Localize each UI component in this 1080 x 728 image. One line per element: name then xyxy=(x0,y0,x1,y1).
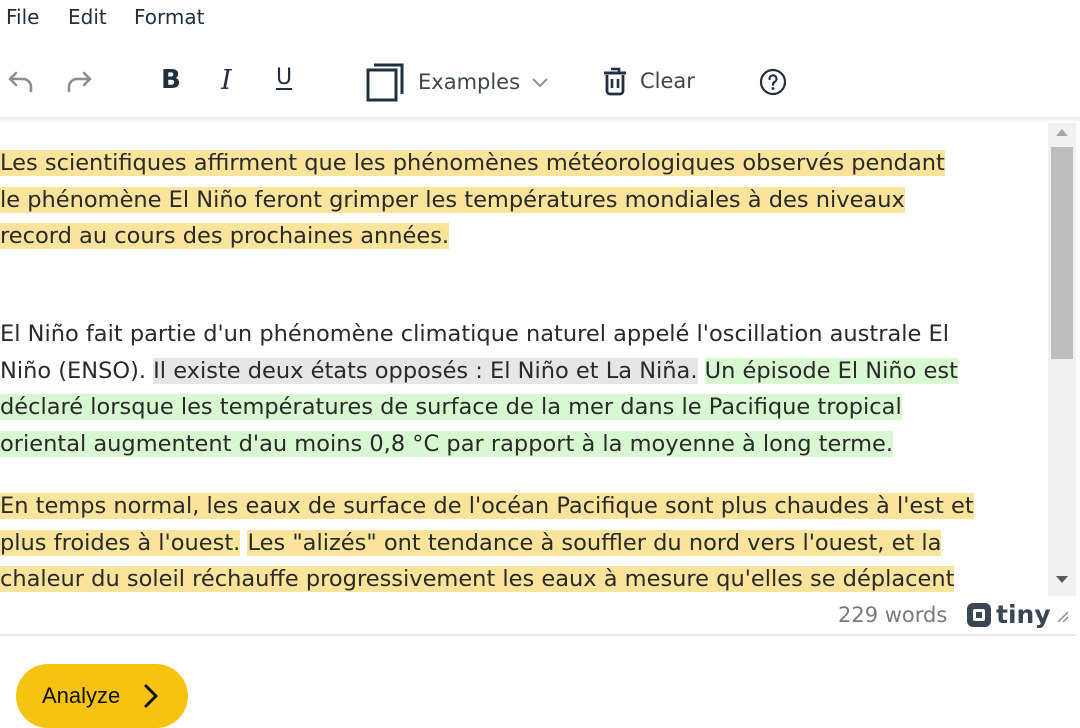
paragraph-2: El Niño fait partie d'un phénomène clima… xyxy=(0,316,958,462)
underline-button[interactable]: U xyxy=(276,65,292,90)
menu-file[interactable]: File xyxy=(6,5,39,29)
highlighted-sentence[interactable]: Les "alizés" ont tendance à souffler du … xyxy=(247,529,942,556)
sentence-text: Niño (ENSO). xyxy=(0,357,154,384)
tiny-brand: tiny xyxy=(996,600,1051,629)
highlighted-sentence[interactable]: Un épisode El Niño est xyxy=(704,357,958,384)
italic-button[interactable]: I xyxy=(221,65,232,96)
redo-icon xyxy=(67,71,92,93)
underline-icon: U xyxy=(276,65,293,90)
menu-format[interactable]: Format xyxy=(134,5,204,29)
chevron-down-icon xyxy=(532,78,548,88)
scroll-down-arrow-icon[interactable] xyxy=(1056,576,1068,583)
highlighted-sentence[interactable]: déclaré lorsque les températures de surf… xyxy=(0,394,902,420)
redo-button[interactable] xyxy=(64,67,94,97)
undo-icon xyxy=(8,71,33,93)
editor-scrollbar[interactable] xyxy=(1048,123,1076,596)
word-count[interactable]: 229 words xyxy=(838,603,947,627)
tiny-logo[interactable]: tiny xyxy=(966,600,1051,629)
analyze-button[interactable]: Analyze xyxy=(16,664,188,728)
sentence-text: El Niño fait partie d'un phénomène clima… xyxy=(0,321,949,347)
resize-handle-icon[interactable] xyxy=(1056,610,1070,624)
italic-icon: I xyxy=(221,65,232,96)
chevron-right-icon xyxy=(144,684,158,708)
menu-edit[interactable]: Edit xyxy=(68,5,107,29)
scroll-thumb[interactable] xyxy=(1051,147,1073,359)
copy-icon xyxy=(366,63,404,102)
editor-content[interactable]: Les scientifiques affirment que les phén… xyxy=(0,123,1048,596)
analyze-label: Analyze xyxy=(42,683,121,708)
paragraph-1: Les scientifiques affirment que les phén… xyxy=(0,145,945,255)
highlighted-sentence[interactable]: record au cours des prochaines années. xyxy=(0,223,450,249)
clear-button[interactable]: Clear xyxy=(602,66,695,96)
bold-icon: B xyxy=(161,65,181,95)
toolbar: B I U Examples Clear xyxy=(0,50,1080,116)
scroll-up-arrow-icon[interactable] xyxy=(1056,129,1068,136)
highlighted-sentence[interactable]: Les scientifiques affirment que les phén… xyxy=(0,150,945,176)
examples-dropdown[interactable]: Examples xyxy=(366,62,550,102)
highlighted-sentence[interactable]: plus froides à l'ouest. xyxy=(0,529,241,556)
highlighted-sentence[interactable]: chaleur du soleil réchauffe progressivem… xyxy=(0,566,955,592)
bold-button[interactable]: B xyxy=(161,65,181,95)
paragraph-3: En temps normal, les eaux de surface de … xyxy=(0,488,974,596)
help-icon xyxy=(759,68,787,96)
highlighted-sentence[interactable]: le phénomène El Niño feront grimper les … xyxy=(0,186,905,213)
menubar: File Edit Format xyxy=(0,0,1080,40)
highlighted-sentence[interactable]: oriental augmentent d'au moins 0,8 °C pa… xyxy=(0,430,894,457)
examples-label: Examples xyxy=(418,70,521,94)
help-button[interactable] xyxy=(759,68,787,96)
statusbar: 229 words tiny xyxy=(0,596,1076,636)
highlighted-sentence[interactable]: Il existe deux états opposés : El Niño e… xyxy=(153,357,698,384)
clear-label: Clear xyxy=(640,69,695,93)
tiny-logo-icon xyxy=(967,602,991,627)
trash-icon xyxy=(604,67,626,96)
undo-button[interactable] xyxy=(6,67,36,97)
highlighted-sentence[interactable]: En temps normal, les eaux de surface de … xyxy=(0,493,974,519)
